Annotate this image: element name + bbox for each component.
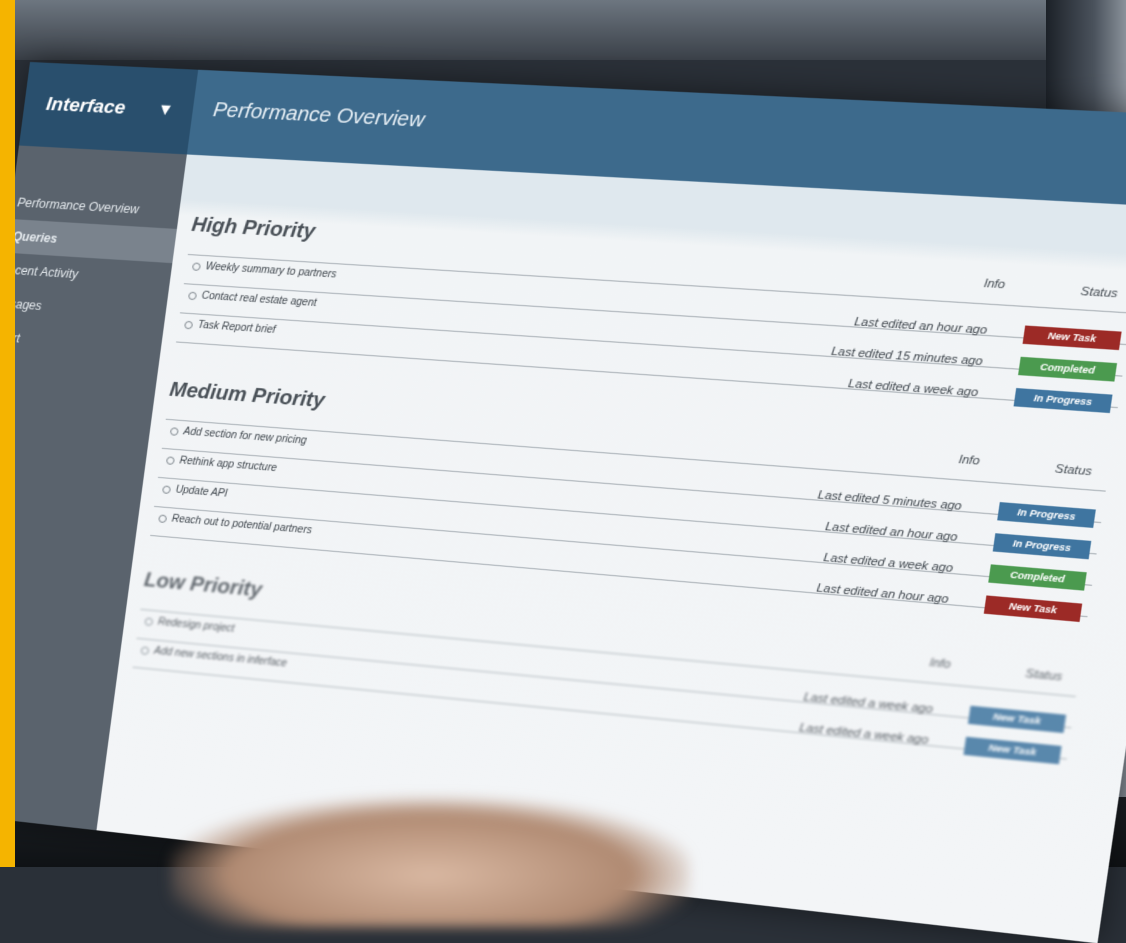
task-item: Add section for new pricing (169, 425, 307, 447)
task-item: Rethink app structure (165, 454, 277, 474)
task-item: Update API (162, 483, 228, 500)
caret-down-icon[interactable]: ▼ (156, 101, 174, 120)
task-item: Task Report brief (184, 319, 276, 336)
column-info-header: Info (957, 453, 981, 468)
column-status-header: Status (1054, 462, 1093, 479)
circle-icon[interactable] (191, 261, 202, 271)
circle-icon[interactable] (144, 616, 154, 626)
circle-icon[interactable] (140, 645, 150, 655)
column-info-header: Info (928, 656, 952, 672)
circle-icon[interactable] (187, 291, 198, 300)
brand-menu[interactable]: Interface ▼ (18, 62, 199, 155)
task-item: Redesign project (144, 615, 235, 635)
section-high-priority: High Priority Info Status Weekly summary… (176, 210, 1126, 414)
hand (170, 797, 690, 927)
status-badge[interactable]: In Progress (1013, 388, 1113, 414)
circle-icon[interactable] (169, 426, 179, 436)
column-status-header: Status (1079, 285, 1119, 301)
page-title: Performance Overview (211, 98, 426, 132)
circle-icon[interactable] (165, 455, 176, 465)
circle-icon[interactable] (162, 484, 172, 494)
info-cell: Last edited a week ago (847, 377, 979, 400)
circle-icon[interactable] (184, 320, 194, 329)
accent-bar (0, 0, 15, 867)
task-item: Contact real estate agent (187, 290, 317, 309)
brand-label: Interface (44, 93, 127, 119)
column-status-header: Status (1024, 667, 1063, 684)
status-badge[interactable]: New Task (963, 736, 1062, 765)
column-info-header: Info (982, 277, 1007, 292)
info-cell: Last edited an hour ago (815, 582, 950, 607)
status-badge[interactable]: New Task (983, 595, 1083, 623)
task-item: Weekly summary to partners (191, 260, 337, 281)
circle-icon[interactable] (158, 513, 168, 523)
info-cell: Last edited a week ago (798, 721, 930, 747)
background-top (0, 0, 1126, 60)
